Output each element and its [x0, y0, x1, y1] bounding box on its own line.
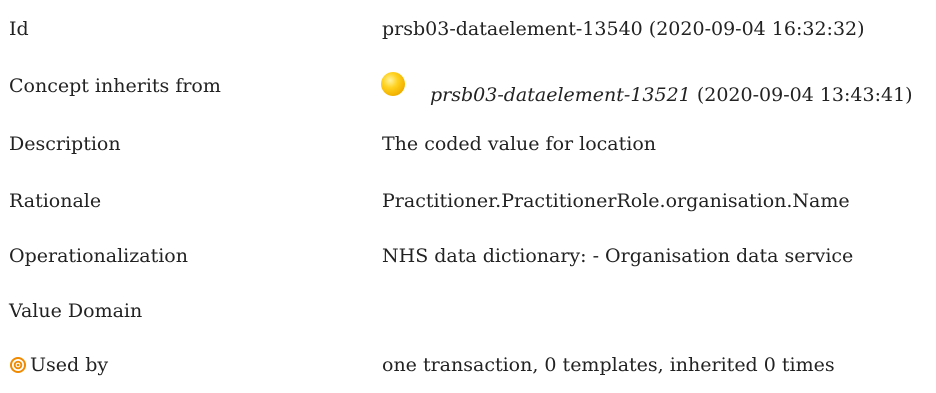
inherits-link[interactable]: prsb03-dataelement-13521 — [430, 84, 691, 106]
inherits-date: (2020-09-04 13:43:41) — [696, 84, 913, 106]
inherits-text: prsb03-dataelement-13521 (2020-09-04 13:… — [430, 83, 913, 107]
rationale-value: Practitioner.PractitionerRole.organisati… — [382, 190, 850, 212]
rationale-label: Rationale — [9, 190, 102, 212]
description-label: Description — [9, 133, 121, 155]
row-operationalization: Operationalization NHS data dictionary: … — [0, 244, 936, 284]
row-rationale: Rationale Practitioner.PractitionerRole.… — [0, 189, 936, 229]
used-by-label: Used by — [30, 354, 109, 376]
inherits-label: Concept inherits from — [9, 75, 221, 97]
row-concept-inherits-from: Concept inherits from prsb03-dataelement… — [0, 72, 936, 114]
operationalization-label: Operationalization — [9, 245, 188, 267]
concept-properties-table: Id prsb03-dataelement-13540 (2020-09-04 … — [0, 0, 936, 381]
value-domain-label: Value Domain — [9, 300, 143, 322]
description-value: The coded value for location — [382, 133, 657, 155]
row-id: Id prsb03-dataelement-13540 (2020-09-04 … — [0, 17, 936, 57]
operationalization-value: NHS data dictionary: - Organisation data… — [382, 245, 854, 267]
used-by-label-wrap[interactable]: Used by — [9, 353, 108, 377]
id-value: prsb03-dataelement-13540 (2020-09-04 16:… — [382, 18, 865, 40]
id-label: Id — [9, 18, 29, 40]
used-by-value: one transaction, 0 templates, inherited … — [382, 354, 835, 376]
yellow-circle-icon — [381, 72, 405, 96]
target-icon — [10, 357, 26, 373]
row-description: Description The coded value for location — [0, 132, 936, 172]
row-used-by: Used by one transaction, 0 templates, in… — [0, 353, 936, 393]
row-value-domain: Value Domain — [0, 299, 936, 339]
